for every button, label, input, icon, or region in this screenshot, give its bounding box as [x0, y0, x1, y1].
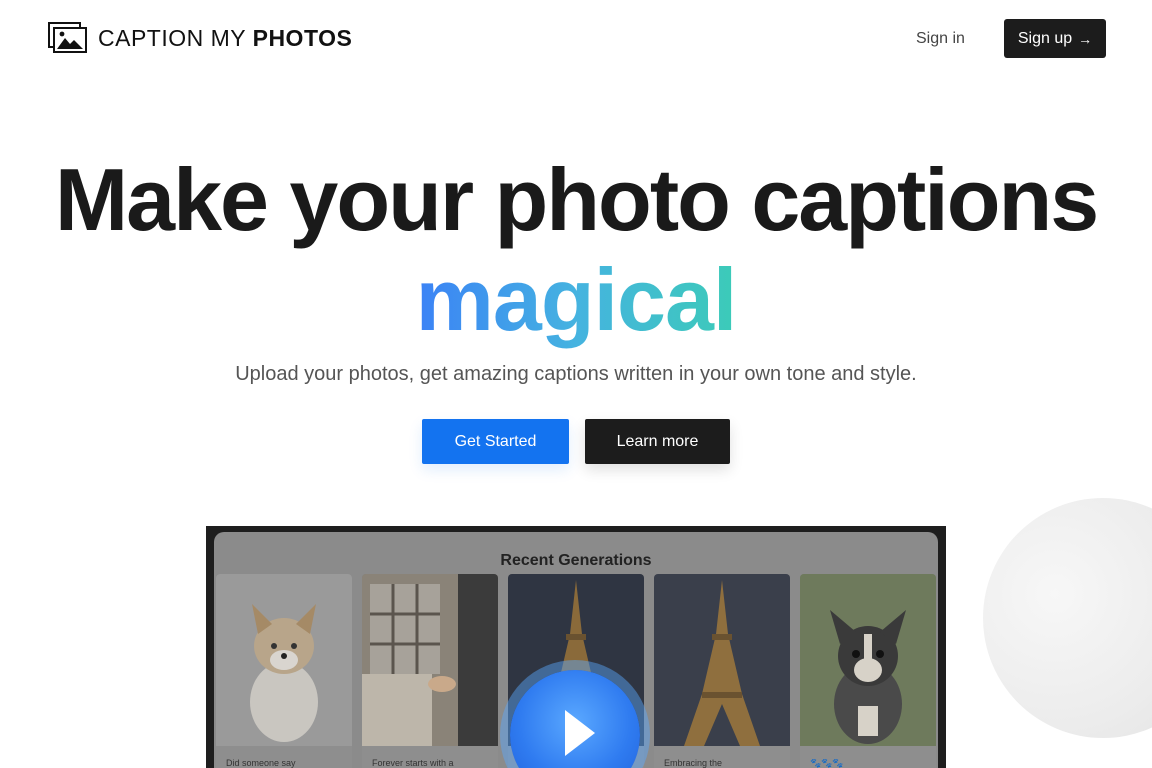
card-caption: Did someone say: [216, 746, 352, 768]
landing-page: CAPTION MY PHOTOS Sign in Sign up → Make…: [0, 0, 1152, 768]
get-started-button[interactable]: Get Started: [422, 419, 569, 464]
brand-name-light: CAPTION MY: [98, 24, 246, 51]
brand-name: CAPTION MY PHOTOS: [98, 25, 352, 52]
arrow-right-icon: →: [1078, 30, 1093, 47]
learn-more-button[interactable]: Learn more: [585, 419, 730, 464]
card-caption: Embracing the: [654, 746, 790, 768]
hero-title: Make your photo captions: [54, 150, 1099, 249]
brand-name-bold: PHOTOS: [252, 24, 353, 51]
hero-subtitle: Upload your photos, get amazing captions…: [235, 363, 917, 385]
card-caption: 🐾🐾🐾: [800, 746, 936, 768]
generation-card: 🐾🐾🐾: [800, 574, 936, 768]
play-icon: [565, 710, 595, 756]
sign-in-link[interactable]: Sign in: [916, 26, 965, 52]
hero-highlight: magical: [0, 250, 1152, 350]
card-caption: Forever starts with a: [362, 746, 498, 768]
sign-up-button[interactable]: Sign up →: [1004, 19, 1106, 58]
generation-card: Forever starts with a: [362, 574, 498, 768]
site-header: CAPTION MY PHOTOS Sign in Sign up →: [0, 0, 1152, 78]
generation-card: Did someone say: [216, 574, 352, 768]
boston-terrier-photo: [800, 574, 936, 746]
sign-up-label: Sign up: [1017, 29, 1073, 47]
brand-logo[interactable]: CAPTION MY PHOTOS: [48, 22, 352, 54]
photo-stack-icon: [48, 22, 87, 53]
hero-highlight-text: magical: [415, 250, 738, 349]
couple-photo: [362, 574, 498, 746]
recent-generations-title: Recent Generations: [500, 552, 652, 569]
generation-card: Embracing the: [654, 574, 790, 768]
corgi-photo: [216, 574, 352, 746]
decorative-circle: [983, 498, 1152, 738]
eiffel-tower-photo: [654, 574, 790, 746]
